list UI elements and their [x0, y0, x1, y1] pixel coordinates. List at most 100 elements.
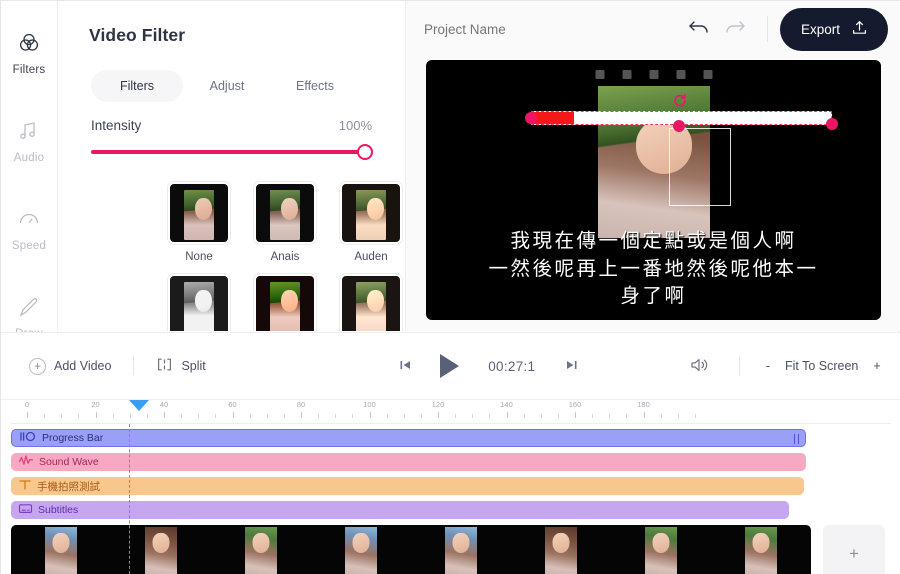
tab-filters[interactable]: Filters [91, 70, 183, 102]
ruler-tick [95, 412, 97, 418]
filter-thumbnail [340, 182, 402, 244]
track-label: Subtitles [38, 504, 79, 516]
subtitle-line: 身了啊 [620, 284, 687, 308]
panel-title: Video Filter [89, 25, 186, 45]
split-icon [156, 357, 173, 375]
ruler-tick-label: 160 [568, 400, 582, 409]
ruler-tick [643, 412, 645, 418]
selection-handle-left[interactable] [525, 112, 537, 124]
tab-adjust[interactable]: Adjust [183, 70, 271, 102]
ruler-minor-tick [146, 414, 148, 418]
project-name-input[interactable] [424, 21, 674, 37]
export-button[interactable]: Export [779, 7, 888, 51]
ruler-minor-tick [352, 414, 354, 418]
track-subtitles[interactable]: Subtitles [11, 501, 789, 519]
clip-thumbnail[interactable] [511, 525, 611, 574]
ruler-minor-tick [78, 414, 80, 418]
filter-thumbnail [254, 274, 316, 331]
lock-icon [703, 70, 712, 79]
tab-effects[interactable]: Effects [271, 70, 359, 102]
ruler-tick [301, 412, 302, 418]
filter-item-none[interactable]: None [168, 182, 230, 263]
track-progress-bar[interactable]: Progress Bar [11, 429, 806, 447]
add-video-label: Add Video [54, 359, 112, 373]
timeline: 0 20 40 60 80 100 120 140 160 180 Progress Bar [1, 399, 900, 574]
ruler-minor-tick [129, 414, 131, 418]
filter-item-4[interactable] [168, 274, 230, 331]
clip-thumbnail[interactable] [311, 525, 411, 574]
ruler-minor-tick [420, 414, 422, 418]
sidebar-item-label: Audio [13, 151, 45, 164]
sidebar-item-label: Filters [12, 63, 46, 76]
ruler-minor-tick [694, 414, 696, 418]
left-tool-rail: Filters Audio Speed Dra [1, 1, 58, 340]
filter-item-auden[interactable]: Auden [340, 182, 402, 263]
clip-thumbnail[interactable] [411, 525, 511, 574]
ruler-tick-label: 60 [228, 400, 237, 409]
filter-thumbnail-grid: None Anais Auden [168, 182, 405, 331]
filter-item-6[interactable] [340, 274, 402, 331]
add-clip-button[interactable]: + [823, 525, 885, 574]
next-frame-button[interactable] [565, 358, 579, 375]
clip-thumbnail[interactable] [11, 525, 111, 574]
split-button[interactable]: Split [156, 357, 206, 375]
clip-thumbnail[interactable] [211, 525, 311, 574]
timeline-ruler[interactable]: 0 20 40 60 80 100 120 140 160 180 [11, 400, 891, 424]
ruler-tick-label: 120 [431, 400, 445, 409]
ruler-tick [27, 412, 28, 418]
ruler-minor-tick [266, 414, 268, 418]
play-button[interactable] [439, 354, 459, 378]
sidebar-item-filters[interactable]: Filters [1, 9, 57, 97]
skip-forward-icon [565, 358, 579, 375]
volume-button[interactable] [689, 356, 711, 377]
zoom-out-button[interactable]: - [766, 359, 770, 373]
video-overlay-icons [595, 70, 712, 79]
prev-frame-button[interactable] [398, 358, 412, 375]
track-resize-handle[interactable] [794, 434, 799, 444]
slider-knob[interactable] [357, 144, 373, 160]
playhead-marker[interactable] [129, 400, 149, 411]
filter-item-5[interactable] [254, 274, 316, 331]
redo-icon [724, 18, 746, 41]
add-video-button[interactable]: + Add Video [29, 357, 112, 375]
playbar-divider [133, 357, 135, 375]
intensity-label: Intensity [91, 118, 142, 133]
video-clip-strip[interactable] [11, 525, 811, 574]
filter-thumbnail [254, 182, 316, 244]
upload-icon [852, 20, 867, 39]
progress-icon [19, 431, 37, 445]
rotate-icon[interactable] [673, 93, 687, 107]
ruler-minor-tick [283, 414, 285, 418]
track-label: Sound Wave [39, 456, 99, 468]
clip-thumbnail[interactable] [611, 525, 711, 574]
timeline-tracks: Progress Bar Sound Wave 手機拍照測試 Subtitles [11, 429, 891, 519]
filter-item-anais[interactable]: Anais [254, 182, 316, 263]
selection-handle-right[interactable] [826, 118, 838, 130]
draw-icon [17, 295, 41, 319]
selection-handle-middle[interactable] [673, 120, 685, 132]
clip-thumbnail[interactable] [711, 525, 811, 574]
intensity-row: Intensity 100% [91, 118, 372, 133]
redo-button[interactable] [717, 14, 753, 44]
video-preview[interactable]: 我現在傳一個定點或是個人啊 一然後呢再上一番地然後呢他本一 身了啊 [426, 60, 881, 320]
ruler-minor-tick [489, 414, 491, 418]
crop-box[interactable] [669, 128, 731, 206]
clip-thumbnail[interactable] [111, 525, 211, 574]
fit-to-screen-button[interactable]: Fit To Screen [785, 359, 858, 373]
ruler-minor-tick [472, 414, 474, 418]
filters-icon [17, 31, 41, 55]
preview-area: 我現在傳一個定點或是個人啊 一然後呢再上一番地然後呢他本一 身了啊 [406, 57, 900, 331]
playhead-line [129, 424, 130, 574]
ruler-tick-label: 40 [159, 400, 169, 409]
undo-button[interactable] [681, 14, 717, 44]
sidebar-item-speed[interactable]: Speed [1, 185, 57, 273]
track-sound-wave[interactable]: Sound Wave [11, 453, 806, 471]
sidebar-item-audio[interactable]: Audio [1, 97, 57, 185]
ruler-minor-tick [386, 414, 388, 418]
intensity-slider[interactable] [91, 144, 373, 160]
zoom-controls: - Fit To Screen + [766, 359, 881, 373]
selection-overlay[interactable] [525, 94, 838, 132]
zoom-in-button[interactable]: + [873, 359, 880, 373]
subtitle-overlay: 我現在傳一個定點或是個人啊 一然後呢再上一番地然後呢他本一 身了啊 [426, 227, 881, 310]
ruler-minor-tick [112, 414, 114, 418]
